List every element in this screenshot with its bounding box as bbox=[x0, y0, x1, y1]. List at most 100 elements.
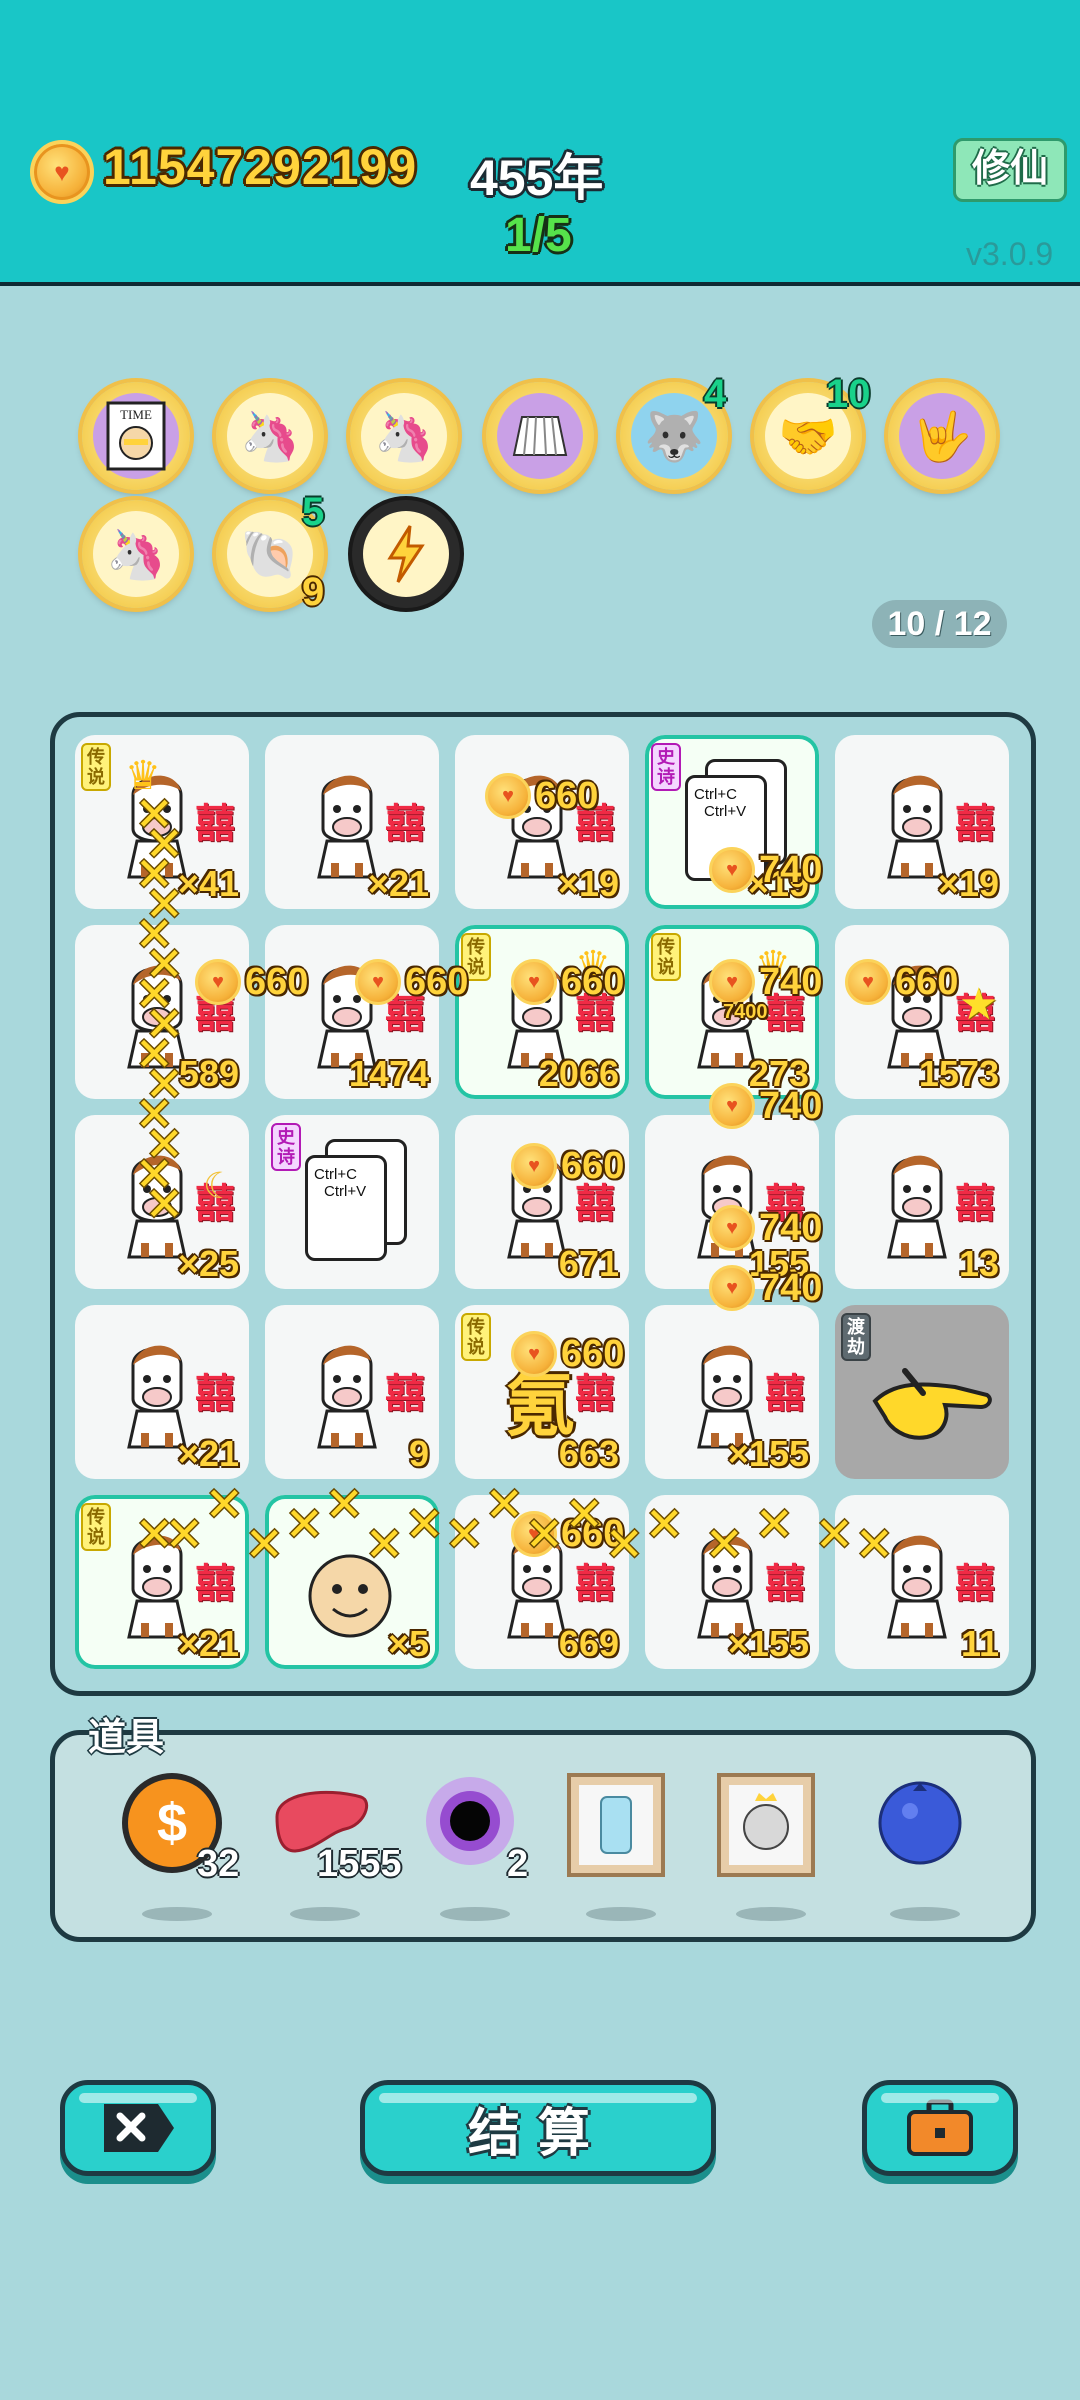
coin-popup: ♥ 740 bbox=[709, 1083, 822, 1129]
round-progress: 1/5 bbox=[505, 209, 572, 262]
relic-husky[interactable]: 🐺 4 bbox=[620, 372, 728, 490]
props-panel: $ 32 1555 2 bbox=[50, 1730, 1036, 1942]
grid-cell[interactable]: 囍 ×155 bbox=[645, 1305, 819, 1479]
settle-button[interactable]: 结算 bbox=[360, 2080, 716, 2176]
ctrl-c-text: Ctrl+C bbox=[314, 1166, 357, 1183]
horse-icon bbox=[875, 1145, 961, 1270]
x-mark-particle: ✕ bbox=[855, 1518, 894, 1570]
year-counter: 455年 bbox=[470, 150, 604, 206]
bag-button[interactable] bbox=[862, 2080, 1018, 2176]
grid-cell[interactable]: 囍 1474 bbox=[265, 925, 439, 1099]
item-count: 9 bbox=[408, 1433, 429, 1474]
x-mark-particle: ✕ bbox=[605, 1518, 644, 1570]
ctrl-cv-paper: Ctrl+C Ctrl+V bbox=[305, 1155, 387, 1261]
coin-popup: ♥ 660 bbox=[355, 959, 468, 1005]
x-mark-particle: ✕ bbox=[815, 1508, 854, 1560]
grid-cell[interactable]: 囍9 bbox=[265, 1305, 439, 1479]
grid-cell[interactable]: 囍 ×19 bbox=[835, 735, 1009, 909]
item-count: ×21 bbox=[177, 1623, 239, 1664]
double-happiness-char: 囍 bbox=[955, 1182, 995, 1226]
prop-dollar[interactable]: $ 32 bbox=[117, 1771, 239, 1921]
close-button[interactable] bbox=[60, 2080, 216, 2176]
x-mark-particle: ✕ bbox=[525, 1508, 564, 1560]
prop-count: 2 bbox=[507, 1843, 529, 1885]
ctrl-c-text: Ctrl+C bbox=[694, 786, 737, 803]
grid-cell[interactable]: 囍 13 bbox=[835, 1115, 1009, 1289]
grid-cell[interactable]: 囍 671 bbox=[455, 1115, 629, 1289]
relic-unicorn-2[interactable]: 🦄 bbox=[350, 382, 458, 490]
svg-text:$: $ bbox=[157, 1793, 187, 1853]
page-indicator: 10 / 12 bbox=[872, 600, 1007, 648]
relic-unicorn-1[interactable]: 🦄 bbox=[216, 382, 324, 490]
fridge-picture-icon bbox=[567, 1773, 665, 1877]
coin-popup: ♥ 740 bbox=[709, 959, 822, 1005]
relic-seashell[interactable]: 🐚 5 9 bbox=[216, 490, 324, 614]
x-mark-particle: ✕ bbox=[645, 1498, 684, 1550]
coin-popup: ♥ 740 bbox=[709, 1205, 822, 1251]
relic-handshake[interactable]: 🤝 10 bbox=[754, 372, 871, 490]
relic-rock-hand[interactable]: 🤟 bbox=[888, 382, 996, 490]
rock-hand-icon: 🤟 bbox=[899, 393, 985, 479]
item-count: ×21 bbox=[367, 863, 429, 904]
moon-icon: ☾ bbox=[203, 1165, 236, 1206]
prop-shadow bbox=[440, 1907, 510, 1921]
prop-count: 1555 bbox=[317, 1843, 402, 1885]
prop-liver[interactable]: 1555 bbox=[265, 1771, 402, 1921]
relic-lightning[interactable] bbox=[352, 500, 460, 608]
item-count: ×155 bbox=[727, 1433, 809, 1474]
xiuxian-button[interactable]: 修仙 bbox=[953, 138, 1067, 202]
relic-badge: 4 bbox=[704, 372, 727, 416]
husky-picture-icon bbox=[717, 1773, 815, 1877]
coin-popup: ♥ 660 bbox=[485, 773, 598, 819]
seashell-icon: 🐚 bbox=[227, 511, 313, 597]
double-happiness-char: 囍 bbox=[955, 802, 995, 846]
double-happiness-char: 囍 bbox=[195, 802, 235, 846]
prop-husky-picture[interactable] bbox=[711, 1771, 821, 1921]
prop-count: 32 bbox=[197, 1843, 240, 1885]
item-count: ×25 bbox=[177, 1243, 239, 1284]
briefcase-icon bbox=[907, 2099, 973, 2156]
ctrl-v-text: Ctrl+V bbox=[324, 1183, 367, 1200]
grid-cell[interactable]: 囍 ×21 bbox=[265, 735, 439, 909]
relic-time-magazine[interactable]: TIME bbox=[82, 382, 190, 490]
relic-badge: 5 bbox=[302, 490, 325, 534]
popup-value: 660 bbox=[405, 960, 469, 1003]
coin-popup: ♥ 740 bbox=[709, 1265, 822, 1311]
heart-coin-icon: ♥ bbox=[485, 773, 531, 819]
rarity-tag: 传说 bbox=[461, 1313, 491, 1361]
heart-coin-icon: ♥ bbox=[709, 959, 755, 1005]
rarity-tag: 传说 bbox=[81, 1503, 111, 1551]
grid-cell[interactable]: 囍 155 bbox=[645, 1115, 819, 1289]
popup-value: 740 bbox=[759, 1206, 823, 1249]
item-count: 669 bbox=[558, 1623, 619, 1664]
relic-skirt[interactable] bbox=[486, 382, 594, 490]
popup-value: 660 bbox=[561, 1332, 625, 1375]
prop-blueberry[interactable] bbox=[865, 1771, 975, 1921]
relic-unicorn-3[interactable]: 🦄 bbox=[82, 500, 190, 608]
rarity-tag: 史诗 bbox=[651, 743, 681, 791]
coin-balance: 11547292199 bbox=[103, 139, 418, 195]
heart-coin-icon: ♥ bbox=[709, 1265, 755, 1311]
grid-cell[interactable]: Ctrl+C Ctrl+V 史诗 bbox=[265, 1115, 439, 1289]
heart-coin-icon: ♥ bbox=[511, 959, 557, 1005]
item-count: ×41 bbox=[177, 863, 239, 904]
heart-coin-icon: ♥ bbox=[845, 959, 891, 1005]
prop-black-hole[interactable]: 2 bbox=[415, 1771, 529, 1921]
grid-cell[interactable]: 渡劫 bbox=[835, 1305, 1009, 1479]
double-happiness-char: 囍 bbox=[385, 802, 425, 846]
grid-cell[interactable]: 囍 ×21 bbox=[75, 1305, 249, 1479]
rarity-tag: 史诗 bbox=[271, 1123, 301, 1171]
heart-coin-icon: ♥ bbox=[511, 1331, 557, 1377]
prop-shadow bbox=[890, 1907, 960, 1921]
top-bar: ♥ 11547292199 455年 1/5 修仙 v3.0.9 bbox=[0, 0, 1080, 286]
item-count: 1573 bbox=[918, 1053, 999, 1094]
grid-cell[interactable]: 囍 ×19 bbox=[455, 735, 629, 909]
rarity-tag: 传说 bbox=[651, 933, 681, 981]
coin-icon: ♥ bbox=[30, 140, 94, 204]
item-grid: 囍传说 ×41 囍 ×21 囍 ×19 Ctrl+C Ctrl+V 史诗 ×19 囍 ×19 囍 589 囍… bbox=[50, 712, 1036, 1696]
blueberry-icon bbox=[878, 1781, 962, 1865]
prop-shadow bbox=[586, 1907, 656, 1921]
popup-value: 660 bbox=[895, 960, 959, 1003]
prop-shadow bbox=[142, 1907, 212, 1921]
prop-fridge-picture[interactable] bbox=[561, 1771, 671, 1921]
